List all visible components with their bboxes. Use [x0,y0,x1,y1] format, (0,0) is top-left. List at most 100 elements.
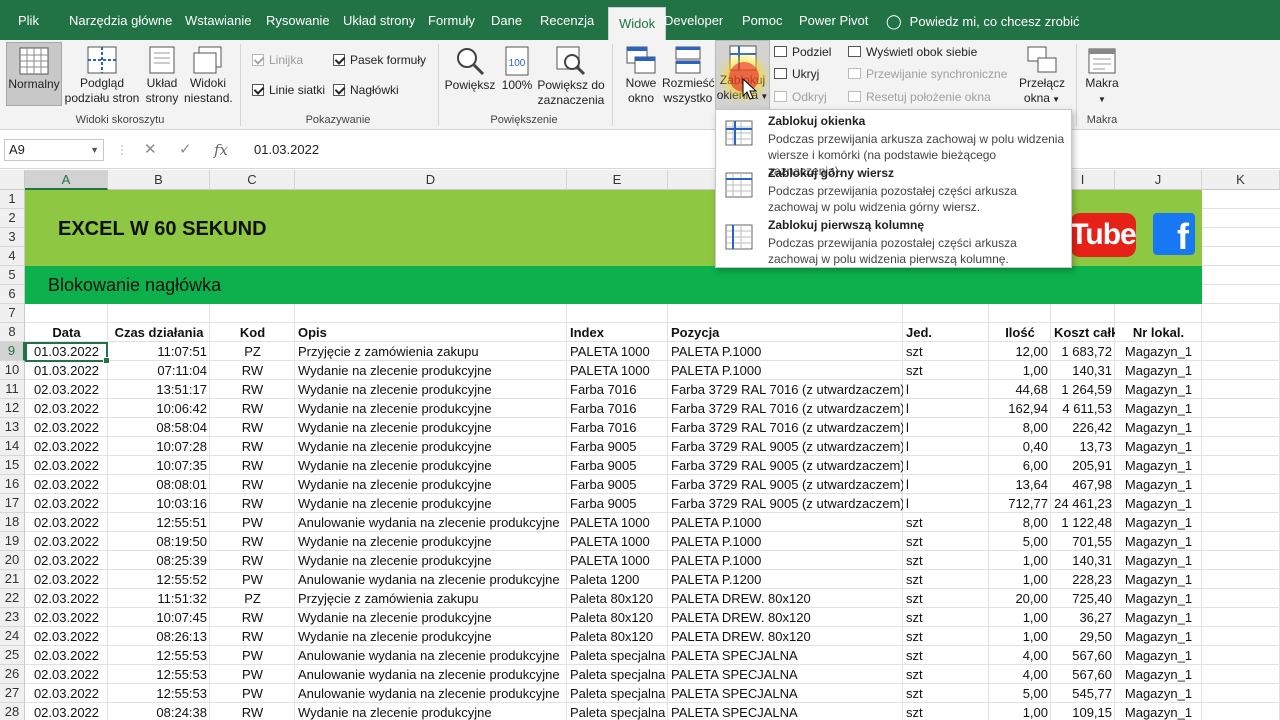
new-window-button[interactable]: Nowe okno [620,42,662,108]
unhide-button[interactable]: Odkryj [774,88,827,106]
table-cell[interactable]: 712,77 [989,494,1051,513]
row-header-27[interactable]: 27 [0,684,25,703]
table-cell[interactable]: PALETA 1000 [567,342,668,361]
table-cell[interactable]: 162,94 [989,399,1051,418]
table-cell[interactable]: Magazyn_1 [1115,608,1202,627]
table-cell[interactable]: l [903,418,989,437]
table-cell[interactable]: 13,64 [989,475,1051,494]
table-cell[interactable]: 10:07:35 [108,456,210,475]
row-header-20[interactable]: 20 [0,551,25,570]
table-cell[interactable]: Magazyn_1 [1115,513,1202,532]
row-header-18[interactable]: 18 [0,513,25,532]
tab-recenzja[interactable]: Recenzja [540,0,594,40]
name-box[interactable]: A9 ▼ [4,139,104,161]
table-cell[interactable]: 228,23 [1051,570,1115,589]
row-header-4[interactable]: 4 [0,247,25,266]
table-cell[interactable]: RW [210,380,295,399]
table-cell[interactable]: 1,00 [989,570,1051,589]
table-cell[interactable]: 02.03.2022 [25,418,108,437]
table-cell[interactable]: Wydanie na zlecenie produkcyjne [295,418,567,437]
table-cell[interactable]: 02.03.2022 [25,380,108,399]
zoom-100-button[interactable]: 100 100% [498,42,536,108]
row-header-9[interactable]: 9 [0,342,25,361]
table-cell[interactable]: szt [903,703,989,720]
table-cell[interactable]: Farba 9005 [567,494,668,513]
table-cell[interactable]: 08:24:38 [108,703,210,720]
table-cell[interactable]: 08:19:50 [108,532,210,551]
table-cell[interactable]: PALETA 1000 [567,361,668,380]
table-cell[interactable]: 02.03.2022 [25,513,108,532]
header-cell[interactable]: Koszt całk [1051,323,1115,342]
table-cell[interactable]: Paleta 80x120 [567,589,668,608]
enter-check-icon[interactable]: ✓ [179,139,192,161]
table-cell[interactable]: szt [903,570,989,589]
table-cell[interactable]: 08:25:39 [108,551,210,570]
header-cell[interactable]: Ilość [989,323,1051,342]
table-cell[interactable]: Wydanie na zlecenie produkcyjne [295,627,567,646]
table-cell[interactable]: Farba 9005 [567,456,668,475]
table-cell[interactable]: PW [210,646,295,665]
table-cell[interactable]: 08:58:04 [108,418,210,437]
table-cell[interactable]: Przyjęcie z zamówienia zakupu [295,342,567,361]
table-cell[interactable]: Paleta 80x120 [567,608,668,627]
table-cell[interactable]: PALETA SPECJALNA [668,665,903,684]
tab-dane[interactable]: Dane [491,0,522,40]
row-header-10[interactable]: 10 [0,361,25,380]
table-cell[interactable]: Magazyn_1 [1115,361,1202,380]
column-header-d[interactable]: D [295,170,567,190]
table-cell[interactable]: Wydanie na zlecenie produkcyjne [295,551,567,570]
table-cell[interactable]: Paleta 80x120 [567,627,668,646]
freeze-first-column-option[interactable]: Zablokuj pierwszą kolumnę Podczas przewi… [716,214,1071,266]
table-cell[interactable]: Magazyn_1 [1115,342,1202,361]
table-cell[interactable]: 02.03.2022 [25,608,108,627]
table-cell[interactable]: 545,77 [1051,684,1115,703]
table-cell[interactable]: 02.03.2022 [25,627,108,646]
table-cell[interactable]: Farba 3729 RAL 9005 (z utwardzaczem) [668,494,903,513]
table-cell[interactable]: RW [210,551,295,570]
row-header-17[interactable]: 17 [0,494,25,513]
table-cell[interactable]: PALETA P.1200 [668,570,903,589]
row-header-7[interactable]: 7 [0,304,25,323]
row-header-2[interactable]: 2 [0,209,25,228]
table-cell[interactable]: l [903,380,989,399]
insert-function-icon[interactable]: fx [214,139,228,161]
table-cell[interactable]: 24 461,23 [1051,494,1115,513]
macros-button[interactable]: Makra ▼ [1080,42,1124,108]
table-cell[interactable]: Magazyn_1 [1115,437,1202,456]
table-cell[interactable]: 140,31 [1051,551,1115,570]
table-cell[interactable]: Przyjęcie z zamówienia zakupu [295,589,567,608]
column-header-k[interactable]: K [1202,170,1280,190]
column-header-b[interactable]: B [108,170,210,190]
switch-windows-button[interactable]: Przełącz okna ▼ [1016,42,1068,108]
row-header-16[interactable]: 16 [0,475,25,494]
formula-input[interactable]: 01.03.2022 [254,139,319,161]
tab-rysowanie[interactable]: Rysowanie [266,0,330,40]
table-cell[interactable]: 10:07:28 [108,437,210,456]
sync-scroll-button[interactable]: Przewijanie synchroniczne [848,65,1007,83]
header-cell[interactable]: Czas działania [108,323,210,342]
table-cell[interactable]: l [903,437,989,456]
table-cell[interactable]: RW [210,532,295,551]
table-cell[interactable]: szt [903,532,989,551]
row-header-24[interactable]: 24 [0,627,25,646]
table-cell[interactable]: 02.03.2022 [25,589,108,608]
table-cell[interactable]: Wydanie na zlecenie produkcyjne [295,399,567,418]
row-header-14[interactable]: 14 [0,437,25,456]
table-cell[interactable]: 08:26:13 [108,627,210,646]
table-cell[interactable]: Wydanie na zlecenie produkcyjne [295,361,567,380]
table-cell[interactable]: Wydanie na zlecenie produkcyjne [295,380,567,399]
table-cell[interactable]: 02.03.2022 [25,684,108,703]
table-cell[interactable]: 44,68 [989,380,1051,399]
table-cell[interactable]: 01.03.2022 [25,361,108,380]
row-header-23[interactable]: 23 [0,608,25,627]
table-cell[interactable]: RW [210,399,295,418]
custom-views-button[interactable]: Widoki niestand. [184,42,233,108]
table-cell[interactable]: 6,00 [989,456,1051,475]
table-cell[interactable]: 12:55:53 [108,684,210,703]
table-cell[interactable]: PALETA P.1000 [668,342,903,361]
normal-view-button[interactable]: Normalny [6,42,62,106]
table-cell[interactable]: Farba 3729 RAL 7016 (z utwardzaczem) [668,380,903,399]
table-cell[interactable]: PALETA 1000 [567,532,668,551]
table-cell[interactable]: l [903,399,989,418]
table-cell[interactable]: 29,50 [1051,627,1115,646]
